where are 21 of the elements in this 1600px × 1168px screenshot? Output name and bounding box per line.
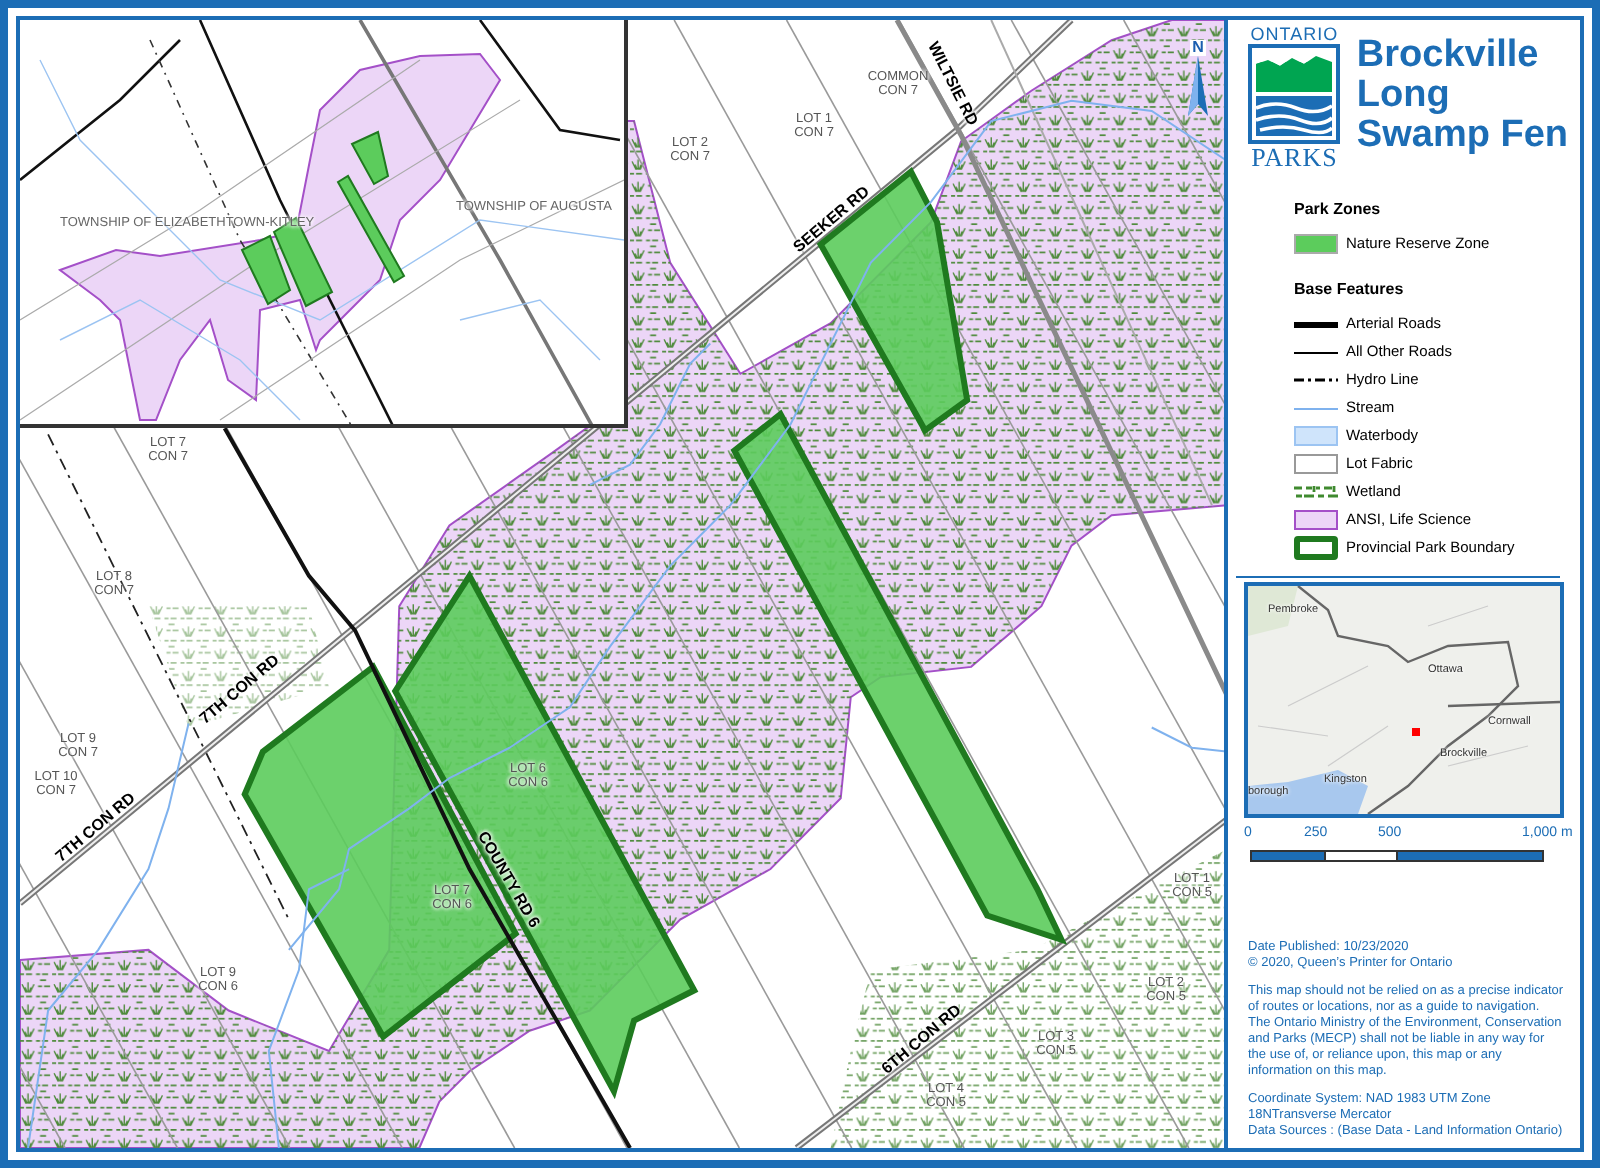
logo-top-text: ONTARIO bbox=[1250, 24, 1339, 44]
map-title: Brockville bbox=[1356, 36, 1541, 76]
map-title: Swamp Fen bbox=[1356, 116, 1568, 156]
thin-line-icon bbox=[1294, 351, 1338, 353]
waterbody-swatch bbox=[1294, 426, 1338, 446]
location-marker-icon bbox=[1412, 728, 1420, 736]
legend-heading: Base Features bbox=[1294, 280, 1406, 300]
legend-heading: Park Zones bbox=[1294, 200, 1383, 220]
boundary-swatch bbox=[1294, 536, 1338, 560]
thick-line-icon bbox=[1294, 321, 1338, 327]
logo-bottom-text: PARKS bbox=[1251, 144, 1338, 172]
north-label: N bbox=[1190, 40, 1206, 56]
wetland-swatch bbox=[1294, 484, 1338, 500]
north-arrow-icon bbox=[1188, 56, 1208, 116]
ansi-swatch bbox=[1294, 510, 1338, 530]
logo-emblem-icon bbox=[1248, 44, 1341, 144]
dash-dot-line-icon bbox=[1294, 376, 1338, 384]
zone-swatch bbox=[1294, 234, 1338, 254]
map-title: Long bbox=[1356, 76, 1452, 116]
lot-fabric-swatch bbox=[1294, 454, 1338, 474]
stream-line-icon bbox=[1294, 407, 1338, 409]
